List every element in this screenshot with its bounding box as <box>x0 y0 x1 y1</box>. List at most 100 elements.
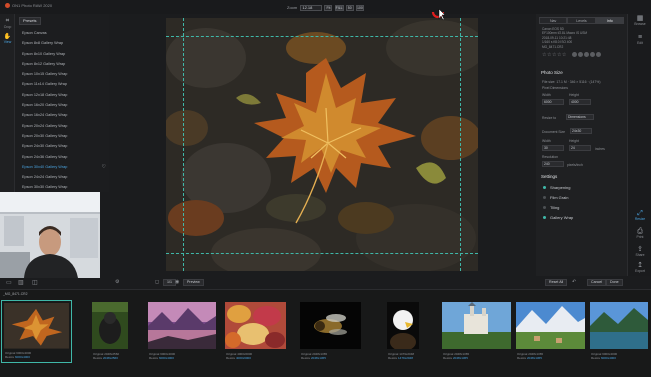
doc-width-field[interactable]: 30 <box>542 145 564 151</box>
preset-item[interactable]: Epson 24x24 Gallery Wrap <box>15 172 109 182</box>
view-tool[interactable]: ✋ View <box>0 33 15 44</box>
photo-size-title[interactable]: Photo Size <box>541 70 563 75</box>
compare-icon[interactable]: ◫ <box>32 279 38 286</box>
zoom-fit-button[interactable]: Fit <box>324 5 333 11</box>
cancel-button[interactable]: Cancel <box>587 279 607 286</box>
settings-gear-icon[interactable]: ⚙ <box>115 279 119 285</box>
module-edit[interactable]: ≡ Edit <box>628 34 651 45</box>
preview-button[interactable]: Preview <box>183 279 204 286</box>
grid-icon: ▦ <box>636 15 644 22</box>
top-bar: ON1 Photo RAW 2020 Zoom 12.18 Fit FILL 5… <box>0 0 651 14</box>
filmstrip: _MG_8471.CR2 Original 6000x4000 Resize 60… <box>0 289 651 377</box>
setting-tiling[interactable]: Tiling <box>543 205 559 210</box>
module-resize[interactable]: ⤢ Resize <box>628 210 651 221</box>
star-rating[interactable]: ☆☆☆☆☆ <box>542 52 567 58</box>
crop-tool[interactable]: ⌗ Crop <box>0 18 15 29</box>
preset-item[interactable]: Epson 10x15 Gallery Wrap <box>15 69 109 79</box>
color-label-swatch[interactable] <box>584 52 589 57</box>
zoom-control: Zoom 12.18 Fit FILL 50 100 <box>287 5 364 11</box>
presets-header[interactable]: Presets <box>19 17 41 25</box>
module-export[interactable]: ↥ Export <box>628 262 651 273</box>
preset-item[interactable]: Epson 8x8 Gallery Wrap <box>15 38 109 48</box>
module-print[interactable]: ⎙ Print <box>628 228 651 239</box>
setting-sharpening[interactable]: Sharpening <box>543 185 570 190</box>
zoom-label: Zoom <box>287 5 298 11</box>
zoom-fill-button[interactable]: FILL <box>334 5 344 11</box>
thumbnail[interactable]: Original 6000x4000 Resize 6000x4000 <box>588 300 650 363</box>
document-size-select[interactable]: 24x30 <box>570 128 592 134</box>
leaf-photo-image <box>166 18 478 271</box>
thumbnail[interactable]: Original 6000x4000 Resize 6000x4000 <box>1 300 72 363</box>
thumbnail-caption: Original 2048x2560 Resize 2048x2560 <box>93 352 120 360</box>
setting-film-grain[interactable]: Film Grain <box>543 195 568 200</box>
toggle-dot-icon <box>543 196 546 200</box>
webcam-overlay <box>0 192 100 278</box>
zoom-50-button[interactable]: 50 <box>345 5 354 11</box>
preset-item[interactable]: Epson 12x18 Gallery Wrap <box>15 90 109 100</box>
mask-toggle-icon[interactable]: ◻ <box>155 279 159 285</box>
tab-levels[interactable]: Levels <box>567 17 596 24</box>
grid-view-icon[interactable]: ▥ <box>18 279 24 286</box>
thumbnail-caption: Original 6000x4000 Resize 6000x4000 <box>149 352 176 360</box>
color-label-swatch[interactable] <box>578 52 583 57</box>
preset-item-selected[interactable]: Epson 30x40 Gallery Wrap ♡ <box>15 162 109 172</box>
tab-nav[interactable]: Nav <box>539 17 568 24</box>
preset-item[interactable]: Epson 24x36 Gallery Wrap <box>15 152 109 162</box>
thumbnail-eagle-image <box>387 302 419 349</box>
units-select[interactable]: inches <box>595 147 605 151</box>
color-label-swatch[interactable] <box>596 52 601 57</box>
document-size-label: Document Size <box>542 130 565 134</box>
pixel-height-field[interactable]: 4000 <box>569 99 591 105</box>
thumbnail-caption: Original 6000x4000 Resize 6000x4000 <box>5 351 32 359</box>
filmstrip-icon[interactable]: ▭ <box>6 279 12 286</box>
preset-item[interactable]: Epson 20x30 Gallery Wrap <box>15 131 109 141</box>
hand-icon: ✋ <box>3 34 12 40</box>
thumbnail[interactable]: Original 6000x4000 Resize 6000x4000 <box>146 300 218 363</box>
color-label-swatch[interactable] <box>590 52 595 57</box>
preset-item[interactable]: Epson 8x12 Gallery Wrap <box>15 59 109 69</box>
zoom-100-button[interactable]: 100 <box>355 5 364 11</box>
resolution-units-select[interactable]: pixels/inch <box>567 163 583 167</box>
preset-item[interactable]: Epson 8x10 Gallery Wrap <box>15 49 109 59</box>
done-button[interactable]: Done <box>606 279 623 286</box>
doc-height-field[interactable]: 24 <box>569 145 591 151</box>
setting-gallery-wrap[interactable]: Gallery Wrap <box>543 215 573 220</box>
resize-to-select[interactable]: Dimensions <box>566 114 594 120</box>
tab-info[interactable]: Info <box>595 17 624 24</box>
module-browse[interactable]: ▦ Browse <box>628 15 651 26</box>
main-photo[interactable] <box>166 18 478 271</box>
preset-item[interactable]: Epson 20x24 Gallery Wrap <box>15 121 109 131</box>
thumbnail[interactable]: Original 1479x2048 Resize 1479x2048 <box>385 300 421 363</box>
undo-icon[interactable]: ↶ <box>572 279 576 285</box>
thumbnail[interactable]: Original 2048x2560 Resize 2048x2560 <box>90 300 130 363</box>
zoom-input[interactable]: 12.18 <box>300 5 323 11</box>
preset-item[interactable]: Epson 11x14 Gallery Wrap <box>15 79 109 89</box>
thumbnail-caption: Original 2048x1365 Resize 2048x1365 <box>517 352 544 360</box>
thumbnail-caption: Original 2048x1365 Resize 2048x1365 <box>443 352 470 360</box>
preset-item[interactable]: Epson 16x24 Gallery Wrap <box>15 110 109 120</box>
thumbnail[interactable]: Original 2048x1365 Resize 2048x1365 <box>514 300 587 363</box>
settings-title[interactable]: Settings <box>541 174 557 179</box>
resolution-field[interactable]: 240 <box>542 161 564 167</box>
thumbnail[interactable]: Original 2048x1365 Resize 2048x1365 <box>298 300 363 363</box>
resize-to-label: Resize to <box>542 116 557 120</box>
pixel-width-field[interactable]: 6000 <box>542 99 564 105</box>
color-label-swatch[interactable] <box>572 52 577 57</box>
favorite-heart-icon[interactable]: ♡ <box>102 162 106 172</box>
preset-item[interactable]: Epson 16x20 Gallery Wrap <box>15 100 109 110</box>
thumbnail[interactable]: Original 2048x1365 Resize 2048x1365 <box>440 300 513 363</box>
app-title: ON1 Photo RAW 2020 <box>5 3 52 9</box>
preset-item[interactable]: Epson Canvas <box>15 28 109 38</box>
app-logo-icon <box>5 3 10 9</box>
photo-metadata: Canon EOS 5D EF100mm f/2.8L Macro IS USM… <box>542 27 588 49</box>
wrap-guide-right <box>460 18 461 271</box>
thumbnail[interactable]: Original 4000x6000 Resize 4000x6000 <box>223 300 288 363</box>
reset-all-button[interactable]: Reset All <box>545 279 568 286</box>
module-share[interactable]: ⇪ Share <box>628 246 651 257</box>
thumbnail-leaf-image <box>4 303 69 349</box>
thumbnail-caption: Original 4000x6000 Resize 4000x6000 <box>226 352 253 360</box>
right-panel: Nav Levels Info Canon EOS 5D EF100mm f/2… <box>536 14 627 276</box>
eye-icon[interactable]: ◉ <box>175 279 179 285</box>
toggle-dot-icon <box>543 186 546 190</box>
preset-item[interactable]: Epson 24x30 Gallery Wrap <box>15 141 109 151</box>
